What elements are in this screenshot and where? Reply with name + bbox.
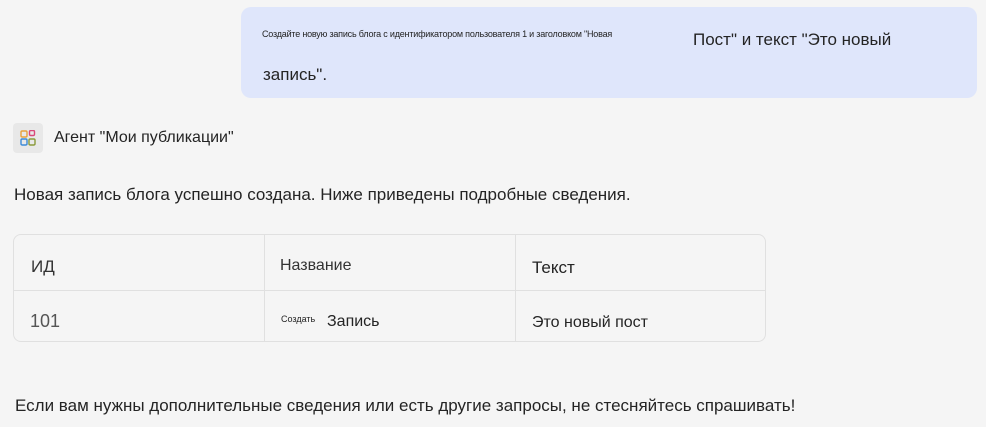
cell-text: Это новый пост bbox=[516, 291, 765, 341]
result-table: ИД Название Текст 101 Создать Запись Это… bbox=[13, 234, 766, 342]
table-header-row: ИД Название Текст bbox=[14, 235, 765, 291]
user-message-text-line2: запись". bbox=[263, 65, 328, 84]
cell-id-value: 101 bbox=[30, 311, 61, 331]
cell-name: Создать Запись bbox=[265, 291, 516, 341]
agent-header: Агент "Мои публикации" bbox=[13, 123, 234, 153]
user-message-text-small: Создайте новую запись блога с идентифика… bbox=[262, 29, 613, 39]
agent-response-intro: Новая запись блога успешно создана. Ниже… bbox=[14, 185, 631, 204]
cell-name-large: Запись bbox=[327, 313, 380, 330]
header-cell-text: Текст bbox=[516, 235, 765, 290]
header-id-label: ИД bbox=[31, 257, 55, 276]
cell-id: 101 bbox=[14, 291, 265, 341]
header-text-label: Текст bbox=[532, 258, 575, 277]
header-cell-id: ИД bbox=[14, 235, 265, 290]
user-message-bubble: Создайте новую запись блога с идентифика… bbox=[241, 7, 977, 98]
header-cell-name: Название bbox=[265, 235, 516, 290]
cell-text-value: Это новый пост bbox=[532, 314, 648, 331]
apps-icon bbox=[13, 123, 43, 153]
user-message-text-large: Пост" и текст "Это новый bbox=[693, 30, 892, 49]
cell-name-small: Создать bbox=[281, 314, 316, 324]
agent-response-closing: Если вам нужны дополнительные сведения и… bbox=[15, 396, 796, 415]
table-row: 101 Создать Запись Это новый пост bbox=[14, 291, 765, 341]
header-name-label: Название bbox=[280, 257, 352, 274]
agent-name: Агент "Мои публикации" bbox=[54, 129, 234, 146]
